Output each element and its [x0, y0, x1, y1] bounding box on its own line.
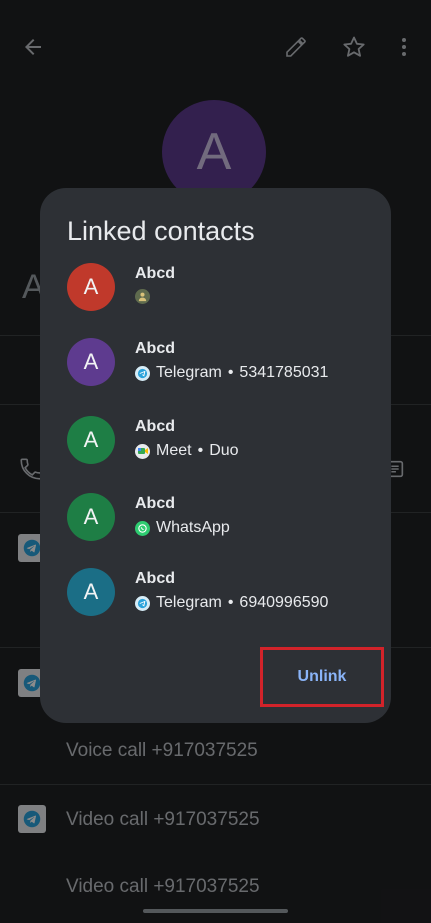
- separator-dot: •: [227, 364, 234, 381]
- source-detail: 5341785031: [239, 364, 329, 381]
- contact-source: WhatsApp: [135, 519, 230, 537]
- linked-contact-item[interactable]: A Abcd Meet • Duo: [40, 416, 391, 480]
- source-app: WhatsApp: [156, 519, 230, 536]
- source-detail: 6940996590: [239, 594, 329, 611]
- contact-name: Abcd: [135, 418, 175, 435]
- contact-avatar: A: [67, 416, 115, 464]
- linked-contact-item[interactable]: A Abcd: [40, 263, 391, 327]
- source-detail: Duo: [209, 442, 239, 459]
- linked-contact-item[interactable]: A Abcd Telegram • 6940996590: [40, 568, 391, 632]
- linked-contact-item[interactable]: A Abcd Telegram • 5341785031: [40, 338, 391, 402]
- contact-source: [135, 289, 150, 304]
- telegram-icon: [135, 365, 150, 381]
- google-contacts-icon: [135, 289, 150, 304]
- contact-name: Abcd: [135, 340, 175, 357]
- linked-contacts-dialog: Linked contacts A Abcd A Abcd Telegram •…: [40, 188, 391, 723]
- contact-source: Telegram • 6940996590: [135, 594, 328, 612]
- unlink-highlight-box: Unlink: [260, 647, 384, 707]
- dialog-title: Linked contacts: [67, 216, 255, 246]
- contact-name: Abcd: [135, 265, 175, 282]
- source-app: Telegram: [156, 364, 222, 381]
- unlink-button[interactable]: Unlink: [263, 650, 381, 704]
- source-app: Telegram: [156, 594, 222, 611]
- contact-source: Meet • Duo: [135, 442, 239, 460]
- whatsapp-icon: [135, 520, 150, 536]
- contact-source: Telegram • 5341785031: [135, 364, 328, 382]
- linked-contact-item[interactable]: A Abcd WhatsApp: [40, 493, 391, 557]
- contact-avatar: A: [67, 493, 115, 541]
- separator-dot: •: [197, 442, 204, 459]
- separator-dot: •: [227, 594, 234, 611]
- contact-name: Abcd: [135, 495, 175, 512]
- contact-avatar: A: [67, 263, 115, 311]
- source-app: Meet: [156, 442, 192, 459]
- meet-icon: [135, 443, 150, 459]
- contact-name: Abcd: [135, 570, 175, 587]
- telegram-icon: [135, 595, 150, 611]
- contact-avatar: A: [67, 568, 115, 616]
- contact-avatar: A: [67, 338, 115, 386]
